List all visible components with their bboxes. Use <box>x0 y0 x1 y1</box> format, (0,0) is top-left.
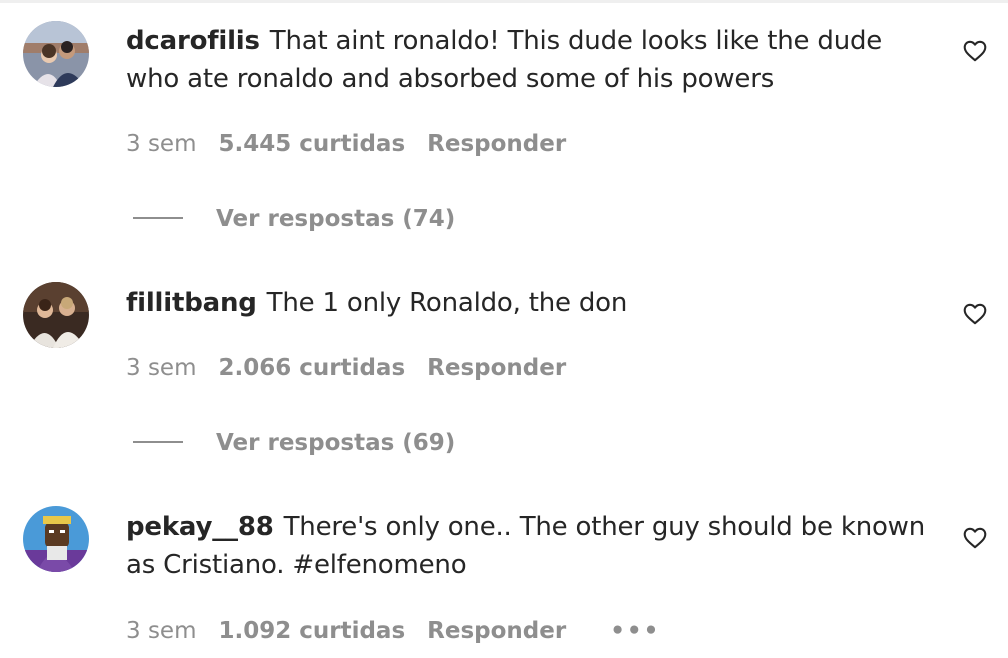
comment-text: dcarofilis That aint ronaldo! This dude l… <box>126 22 936 98</box>
comment-username[interactable]: dcarofilis <box>126 26 260 56</box>
avatar[interactable] <box>23 282 89 348</box>
comment-meta: 3 sem 5.445 curtidas Responder <box>126 130 588 158</box>
comment-time[interactable]: 3 sem <box>126 618 196 644</box>
comment-text: pekay__88 There's only one.. The other gu… <box>126 508 936 584</box>
view-replies-button[interactable]: Ver respostas (69) <box>133 429 455 457</box>
reply-button[interactable]: Responder <box>427 131 566 157</box>
heart-outline-icon[interactable] <box>961 301 989 327</box>
comment-username[interactable]: pekay__88 <box>126 512 274 542</box>
replies-divider <box>133 216 183 219</box>
comment-time[interactable]: 3 sem <box>126 355 196 381</box>
top-divider <box>0 0 1008 3</box>
comment-meta: 3 sem 2.066 curtidas Responder <box>126 354 588 382</box>
replies-divider <box>133 440 183 443</box>
comment-username[interactable]: fillitbang <box>126 288 257 318</box>
reply-button[interactable]: Responder <box>427 355 566 381</box>
view-replies-label: Ver respostas (69) <box>216 430 456 456</box>
comment-time[interactable]: 3 sem <box>126 131 196 157</box>
more-horizontal-icon[interactable]: ••• <box>610 618 660 644</box>
heart-outline-icon[interactable] <box>961 38 989 64</box>
avatar[interactable] <box>23 21 89 87</box>
comment-likes[interactable]: 1.092 curtidas <box>218 618 405 644</box>
avatar[interactable] <box>23 506 89 572</box>
view-replies-button[interactable]: Ver respostas (74) <box>133 205 455 233</box>
comment-meta: 3 sem 1.092 curtidas Responder ••• <box>126 617 682 645</box>
comment-body: The 1 only Ronaldo, the don <box>266 288 628 318</box>
view-replies-label: Ver respostas (74) <box>216 206 456 232</box>
comment-likes[interactable]: 2.066 curtidas <box>218 355 405 381</box>
comment-text: fillitbang The 1 only Ronaldo, the don <box>126 284 936 322</box>
comment-likes[interactable]: 5.445 curtidas <box>218 131 405 157</box>
heart-outline-icon[interactable] <box>961 525 989 551</box>
reply-button[interactable]: Responder <box>427 618 566 644</box>
